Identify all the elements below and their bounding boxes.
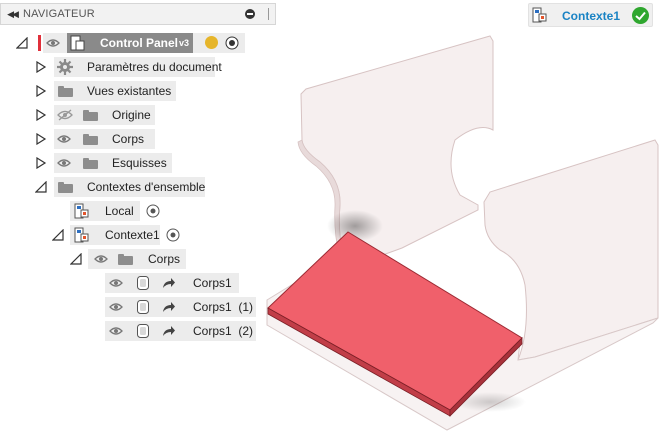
tree-root[interactable]: Control Panel v3 [0,32,272,54]
tree-item-label: Vues existantes [87,84,172,98]
eye-icon[interactable] [94,254,108,264]
navigator-title: NAVIGATEUR [23,8,95,20]
tree-item-context-bodies[interactable]: Corps [0,248,190,270]
tree-item-label: Paramètres du document [87,60,222,74]
context-chip[interactable]: Contexte1 [528,3,653,27]
root-version: v3 [179,38,190,48]
minus-circle-icon [245,9,255,19]
tree-item-body[interactable]: Corps1 (1) [0,296,260,318]
expanded-triangle-icon[interactable] [35,181,47,193]
eye-icon[interactable] [109,302,123,312]
folder-icon [83,158,98,169]
expanded-triangle-icon[interactable] [52,229,64,241]
body-icon [137,324,149,338]
expanded-triangle-icon[interactable] [16,37,28,49]
navigator-header: ◀◀ NAVIGATEUR [0,3,276,25]
collapsed-triangle-icon[interactable] [35,157,47,169]
component-icon [70,35,85,51]
tree-item-context1[interactable]: Contexte1 [0,224,190,246]
check-circle-icon [632,7,649,24]
expanded-triangle-icon[interactable] [70,253,82,265]
active-marker [38,35,41,51]
folder-icon [83,110,98,121]
tree-item-named-views[interactable]: Vues existantes [0,80,180,102]
tree-item-bodies[interactable]: Corps [0,128,160,150]
tree-item-origin[interactable]: Origine [0,104,160,126]
tree-item-label: Local [105,204,134,218]
tree-item-document-settings[interactable]: Paramètres du document [0,56,222,78]
tree-item-label: Corps1 [193,276,232,290]
body-icon [137,276,149,290]
tree-item-body[interactable]: Corps1 (2) [0,320,260,342]
key-badge-icon[interactable] [205,36,218,49]
tree-item-body[interactable]: Corps1 [0,272,245,294]
eye-icon[interactable] [109,326,123,336]
folder-icon [118,254,133,265]
tree-item-label: Corps [112,132,145,146]
tree-item-label: Esquisses [112,156,167,170]
gear-icon [57,59,73,75]
eye-icon[interactable] [57,158,71,168]
eye-icon[interactable] [57,134,71,144]
arrow-link-icon [163,302,175,312]
activate-radio-icon[interactable] [146,204,160,218]
context-icon [74,203,89,219]
collapsed-triangle-icon[interactable] [35,133,47,145]
tree-item-label: Origine [112,108,151,122]
tree-item-label: Contexte1 [105,228,160,242]
left-panel [300,35,494,269]
eye-hidden-icon[interactable] [57,109,73,121]
panel-resize-handle[interactable] [261,7,275,21]
tree-item-sketches[interactable]: Esquisses [0,152,180,174]
context-icon [74,227,89,243]
collapsed-triangle-icon[interactable] [35,85,47,97]
arrow-link-icon [163,278,175,288]
body-icon [137,300,149,314]
activate-radio-icon[interactable] [225,36,239,50]
arrow-link-icon [163,326,175,336]
tree-item-label: Corps [148,252,181,266]
context-icon [532,7,547,23]
eye-icon[interactable] [46,38,60,48]
folder-icon [58,86,73,97]
collapsed-triangle-icon[interactable] [35,109,47,121]
root-label: Control Panel [100,36,179,50]
eye-icon[interactable] [109,278,123,288]
tree-item-assembly-contexts[interactable]: Contextes d'ensemble [0,176,210,198]
tree-item-label: Contextes d'ensemble [87,180,206,194]
collapse-panel-icon[interactable]: ◀◀ [1,9,23,20]
folder-icon [83,134,98,145]
minimize-button[interactable] [243,7,257,21]
tree-item-label: Corps1 (2) [193,324,254,338]
context-chip-label: Contexte1 [562,9,621,23]
tree-item-label: Corps1 (1) [193,300,254,314]
collapsed-triangle-icon[interactable] [35,61,47,73]
folder-icon [58,182,73,193]
activate-radio-icon[interactable] [166,228,180,242]
tree-item-context-local[interactable]: Local [0,200,170,222]
